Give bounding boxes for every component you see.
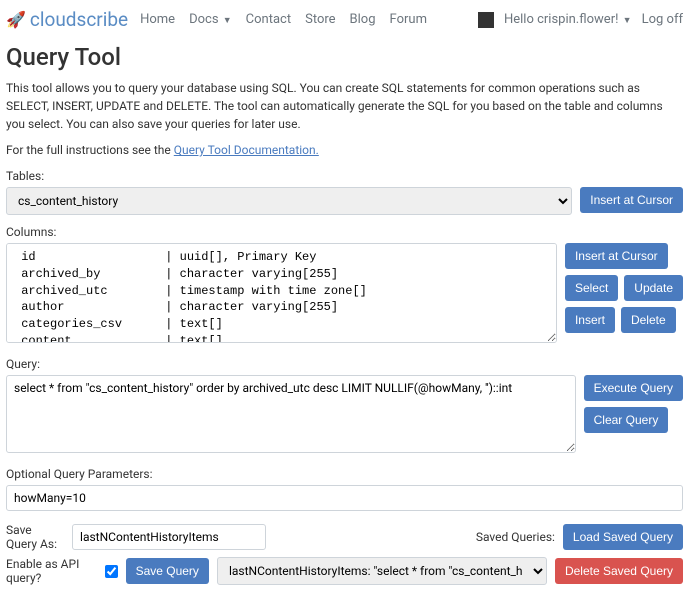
saved-queries-label: Saved Queries: bbox=[476, 530, 555, 544]
delete-button[interactable]: Delete bbox=[621, 307, 676, 333]
params-label: Optional Query Parameters: bbox=[6, 467, 683, 481]
select-button[interactable]: Select bbox=[565, 275, 618, 301]
navbar: 🚀 cloudscribe Home Docs ▼ Contact Store … bbox=[6, 4, 683, 39]
nav-contact[interactable]: Contact bbox=[246, 12, 291, 27]
execute-query-button[interactable]: Execute Query bbox=[584, 375, 683, 401]
rocket-icon: 🚀 bbox=[6, 10, 26, 29]
columns-list[interactable] bbox=[6, 243, 557, 343]
nav-forum[interactable]: Forum bbox=[390, 12, 427, 27]
columns-label: Columns: bbox=[6, 225, 683, 239]
insert-cursor-columns-button[interactable]: Insert at Cursor bbox=[565, 243, 668, 269]
caret-down-icon: ▼ bbox=[221, 16, 232, 26]
tables-select[interactable]: cs_content_history bbox=[6, 187, 572, 215]
query-label: Query: bbox=[6, 357, 683, 371]
avatar bbox=[478, 12, 494, 28]
nav-logoff[interactable]: Log off bbox=[642, 12, 683, 27]
enable-api-label: Enable as API query? bbox=[6, 557, 118, 585]
nav-docs[interactable]: Docs ▼ bbox=[189, 12, 232, 27]
save-as-input[interactable] bbox=[72, 524, 266, 550]
tables-label: Tables: bbox=[6, 169, 683, 183]
instructions: For the full instructions see the Query … bbox=[6, 143, 683, 157]
save-as-label: Save Query As: bbox=[6, 523, 64, 551]
nav-links: Home Docs ▼ Contact Store Blog Forum bbox=[140, 12, 478, 27]
query-input[interactable] bbox=[6, 375, 576, 453]
description: This tool allows you to query your datab… bbox=[6, 79, 683, 133]
params-input[interactable] bbox=[6, 485, 683, 511]
doc-link[interactable]: Query Tool Documentation. bbox=[174, 143, 319, 157]
enable-api-checkbox[interactable] bbox=[105, 565, 118, 578]
insert-cursor-tables-button[interactable]: Insert at Cursor bbox=[580, 187, 683, 213]
nav-blog[interactable]: Blog bbox=[350, 12, 376, 27]
insert-button[interactable]: Insert bbox=[565, 307, 615, 333]
nav-home[interactable]: Home bbox=[140, 12, 175, 27]
update-button[interactable]: Update bbox=[624, 275, 683, 301]
brand-text: cloudscribe bbox=[30, 8, 128, 31]
nav-right: Hello crispin.flower! ▼ Log off bbox=[478, 12, 683, 28]
nav-greeting[interactable]: Hello crispin.flower! ▼ bbox=[504, 12, 632, 27]
clear-query-button[interactable]: Clear Query bbox=[584, 407, 669, 433]
load-saved-button[interactable]: Load Saved Query bbox=[563, 524, 683, 550]
saved-queries-select[interactable]: lastNContentHistoryItems: "select * from… bbox=[217, 557, 547, 585]
brand[interactable]: 🚀 cloudscribe bbox=[6, 8, 128, 31]
nav-store[interactable]: Store bbox=[305, 12, 335, 27]
delete-saved-button[interactable]: Delete Saved Query bbox=[555, 558, 683, 584]
page-title: Query Tool bbox=[6, 43, 683, 71]
save-query-button[interactable]: Save Query bbox=[126, 558, 209, 584]
caret-down-icon: ▼ bbox=[620, 16, 631, 26]
